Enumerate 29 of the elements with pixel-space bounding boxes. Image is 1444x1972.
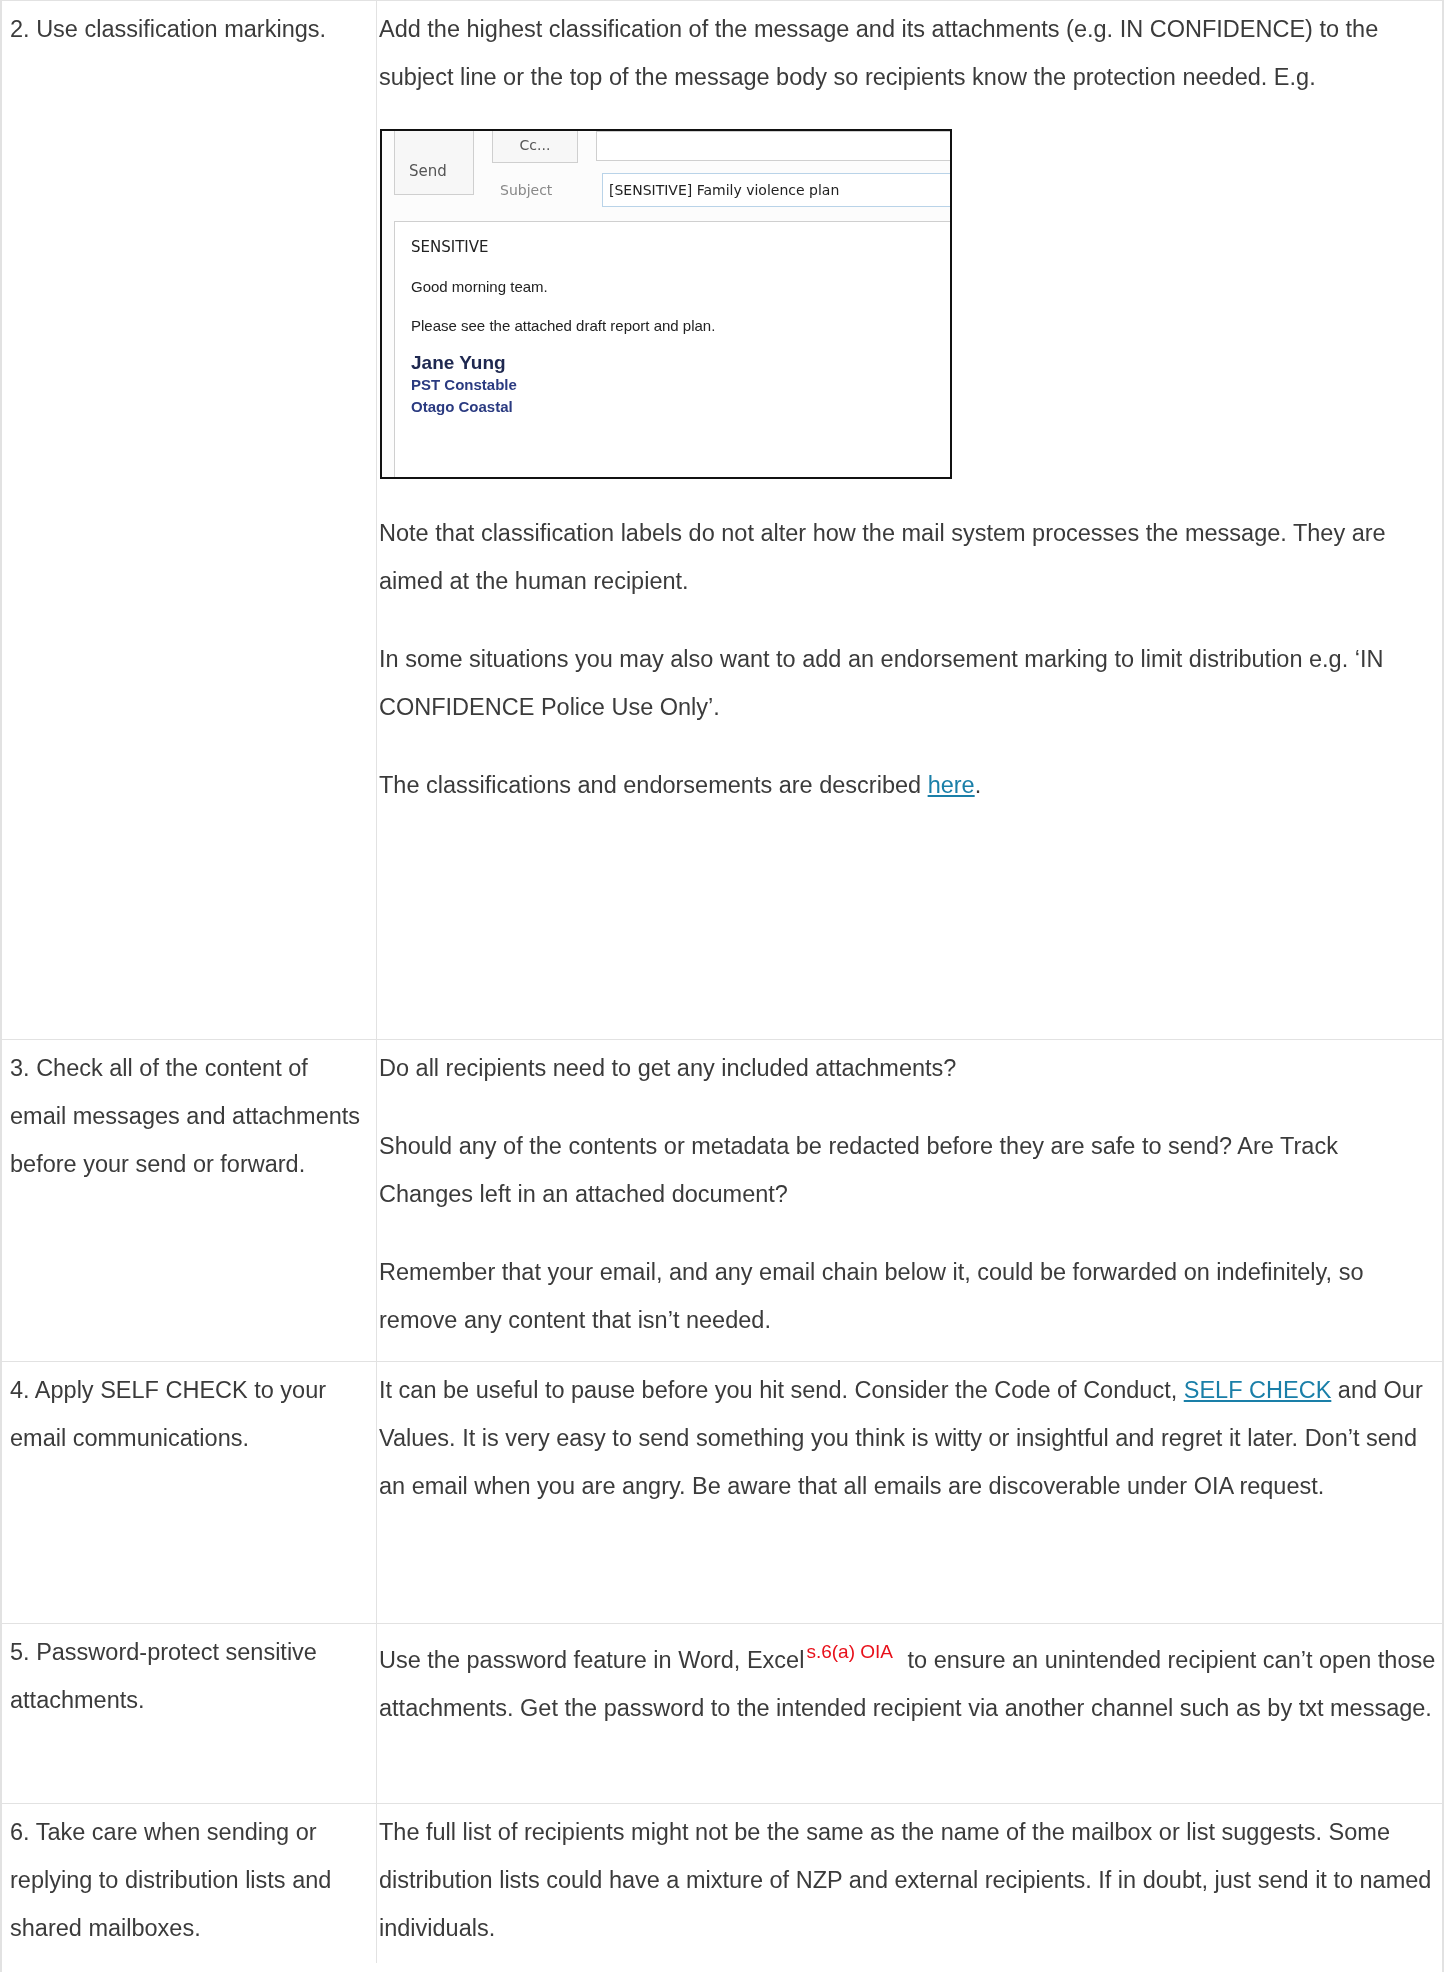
paragraph: Should any of the contents or metadata be redacted before they are safe to send? Are Track Changes left in an attached document? bbox=[379, 1132, 1339, 1209]
signature-name: Jane Yung bbox=[411, 352, 507, 374]
message-text: Please see the attached draft report and plan. bbox=[411, 317, 717, 334]
paragraph: Remember that your email, and any email chain below it, could be forwarded on indefinitely, so remove any content that isn’t needed. bbox=[379, 1258, 1365, 1335]
send-button[interactable]: Send bbox=[394, 131, 474, 195]
redaction-note: s.6(a) OIA bbox=[806, 1641, 893, 1662]
message-text: SENSITIVE bbox=[411, 238, 490, 256]
cc-field[interactable] bbox=[596, 131, 950, 161]
text-link[interactable]: here bbox=[927, 772, 975, 798]
step-cell: 5. Password-protect sensitive attachments. bbox=[2, 1624, 377, 1803]
step-cell: 6. Take care when sending or replying to distribution lists and shared mailboxes. bbox=[2, 1804, 377, 1963]
signature-title: PST Constable bbox=[411, 375, 518, 395]
paragraph: It can be useful to pause before you hit send. Consider the Code of Conduct, SELF CHECK and Our Values. It is very easy to send something you think is witty or insightful and regret it later. Don’t send an email when you are angry. Be aware that all emails are discoverable under OIA request. bbox=[379, 1376, 1424, 1501]
paragraph: In some situations you may also want to add an endorsement marking to limit distribution e.g. ‘IN CONFIDENCE Police Use Only’. bbox=[379, 645, 1385, 722]
paragraph: Do all recipients need to get any included attachments? bbox=[379, 1054, 958, 1083]
step-cell: 2. Use classification markings. bbox=[2, 1, 377, 1039]
paragraph: The full list of recipients might not be the same as the name of the mailbox or list suggests. Some distribution lists could have a mixture of NZP and external recipients. If in doubt, just send it to named individuals. bbox=[379, 1818, 1433, 1943]
paragraph: Add the highest classification of the message and its attachments (e.g. IN CONFIDENCE) to the subject line or the top of the message body so recipients know the protection needed. E.g. bbox=[379, 15, 1380, 92]
paragraph: The classifications and endorsements are described here. bbox=[379, 771, 983, 800]
signature-location: Otago Coastal bbox=[411, 397, 514, 417]
text-link[interactable]: SELF CHECK bbox=[1183, 1377, 1332, 1403]
subject-field[interactable]: [SENSITIVE] Family violence plan bbox=[602, 173, 950, 207]
step-cell: 4. Apply SELF CHECK to your email communications. bbox=[2, 1362, 377, 1623]
paragraph: Use the password feature in Word, Excel$^{s.6(a) OIA}$ to ensure an unintended recipient can’t open those attachments. Get the password to the intended recipient via another channel such as by txt message. bbox=[379, 1640, 1437, 1723]
step-cell: 3. Check all of the content of email messages and attachments before your send or forward. bbox=[2, 1040, 377, 1361]
paragraph: Note that classification labels do not alter how the mail system processes the message. They are aimed at the human recipient. bbox=[379, 519, 1387, 596]
cc-button[interactable]: Cc... bbox=[492, 131, 578, 163]
subject-label: Subject bbox=[499, 182, 554, 198]
message-text: Good morning team. bbox=[411, 278, 549, 295]
